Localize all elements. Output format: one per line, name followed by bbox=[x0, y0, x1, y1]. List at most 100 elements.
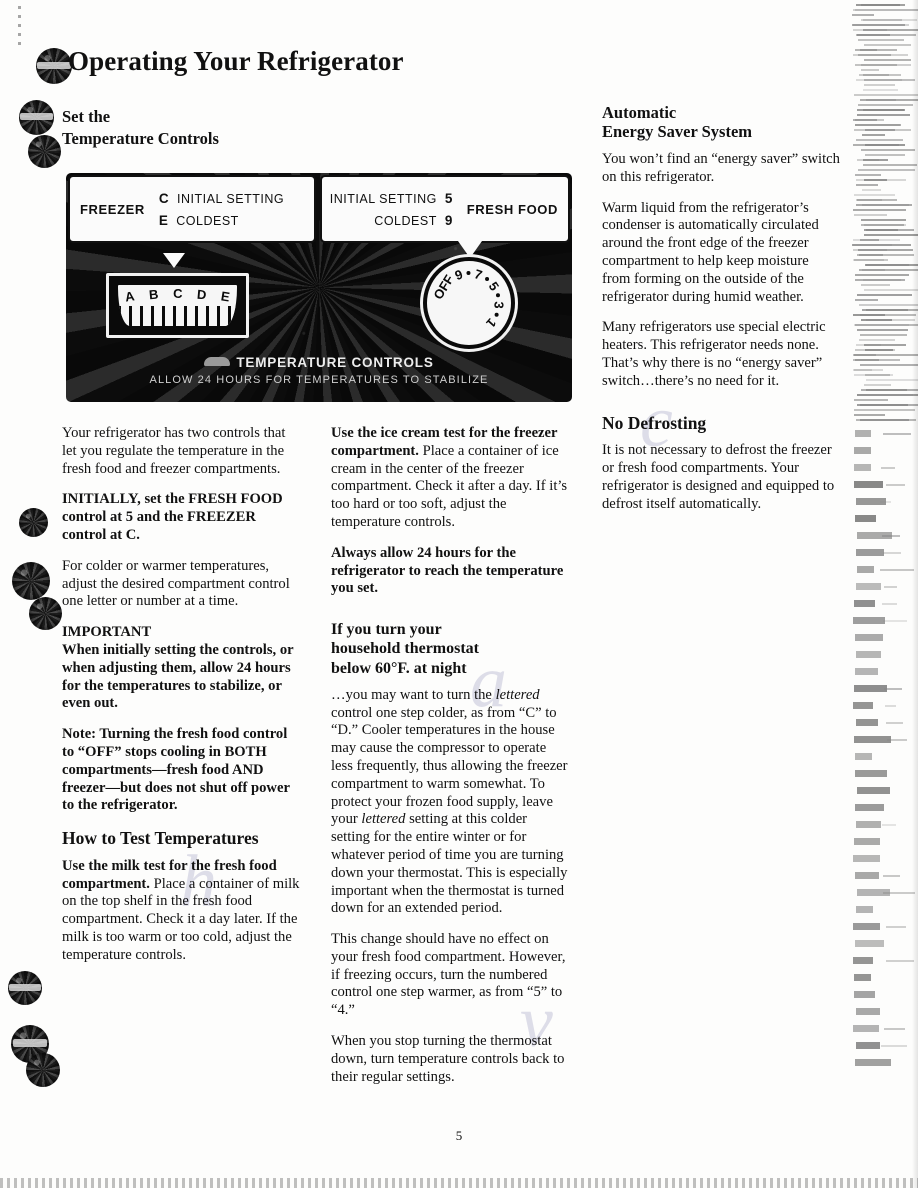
freezer-slider-letter-d: D bbox=[196, 286, 208, 303]
control-panel-illustration: FREEZER C INITIAL SETTING E COLDEST INIT… bbox=[66, 173, 572, 402]
bleed-line bbox=[858, 269, 918, 271]
bleed-line bbox=[863, 84, 896, 86]
bleed-line bbox=[882, 433, 911, 435]
scan-fleck bbox=[18, 6, 21, 48]
bleed-block bbox=[854, 804, 884, 811]
fresh-initial-key: 5 bbox=[444, 190, 453, 206]
bleed-line bbox=[885, 484, 906, 486]
bleed-line bbox=[857, 394, 918, 396]
freezer-settings-list: C INITIAL SETTING E COLDEST bbox=[159, 191, 284, 228]
bleed-line bbox=[880, 501, 892, 503]
lettered-control-part-a: …you may want to turn the bbox=[331, 686, 496, 703]
decorative-circle bbox=[36, 48, 72, 84]
bleed-block bbox=[853, 1025, 880, 1032]
bleed-line bbox=[857, 249, 914, 251]
bleed-block bbox=[855, 651, 881, 658]
paragraph-lettered-control: …you may want to turn the lettered contr… bbox=[331, 687, 569, 918]
freezer-coldest-row: E COLDEST bbox=[159, 213, 284, 228]
bleed-line bbox=[854, 324, 909, 326]
bleed-line bbox=[883, 688, 902, 690]
bleed-block bbox=[853, 855, 881, 862]
fresh-coldest-key: 9 bbox=[444, 212, 453, 228]
bleed-line bbox=[854, 259, 888, 261]
bleed-line bbox=[864, 374, 891, 376]
bleed-line bbox=[864, 79, 916, 81]
dial-pip bbox=[495, 293, 500, 298]
thermostat-heading: If you turn your household thermostat be… bbox=[331, 620, 569, 678]
right-text-column: Automatic Energy Saver System You won’t … bbox=[602, 103, 840, 526]
bleed-block bbox=[856, 566, 874, 573]
bleed-line bbox=[859, 74, 890, 76]
how-to-test-temperatures-heading: How to Test Temperatures bbox=[62, 828, 259, 849]
bleed-through-artifact bbox=[848, 0, 918, 1188]
bleed-block bbox=[855, 1059, 892, 1066]
bleed-line bbox=[853, 194, 896, 196]
bleed-line bbox=[886, 722, 903, 724]
bleed-block bbox=[856, 906, 873, 913]
bleed-line bbox=[852, 244, 892, 246]
bleed-line bbox=[862, 164, 918, 166]
paragraph-ice-cream-test: Use the ice cream test for the freezer c… bbox=[331, 425, 569, 532]
freezer-initial-key: C bbox=[158, 190, 170, 206]
bleed-line bbox=[854, 349, 895, 351]
bleed-line bbox=[881, 1045, 907, 1047]
bleed-line bbox=[855, 49, 878, 51]
bleed-line bbox=[857, 329, 909, 331]
bleed-line bbox=[856, 114, 911, 116]
bleed-line bbox=[852, 24, 905, 26]
lettered-emphasis-1: lettered bbox=[495, 686, 540, 703]
bleed-block bbox=[853, 702, 873, 709]
scan-bottom-strip bbox=[0, 1178, 918, 1188]
bleed-line bbox=[855, 174, 881, 176]
decorative-circle bbox=[12, 562, 50, 600]
bleed-line bbox=[854, 299, 879, 301]
bleed-line bbox=[853, 209, 907, 211]
bleed-line bbox=[859, 254, 884, 256]
paragraph-warm-liquid: Warm liquid from the refrigerator’s cond… bbox=[602, 199, 819, 305]
bleed-line bbox=[881, 467, 896, 469]
freezer-slider-teeth bbox=[118, 306, 237, 326]
fresh-food-control-dial[interactable]: OFF 9 7 5 3 1 bbox=[423, 257, 515, 349]
page-number: 5 bbox=[455, 1128, 463, 1143]
bleed-block bbox=[853, 617, 885, 624]
bleed-line bbox=[864, 264, 918, 266]
paragraph-no-defrosting-body: It is not necessary to defrost the freez… bbox=[602, 442, 835, 512]
lettered-control-part-b: control one step colder, as from “C” to … bbox=[331, 704, 568, 828]
freezer-initial-label: INITIAL SETTING bbox=[177, 191, 285, 206]
bleed-line bbox=[860, 219, 906, 221]
bleed-line bbox=[853, 144, 900, 146]
bleed-block bbox=[853, 481, 884, 488]
energy-saver-heading-line-1: Automatic bbox=[602, 103, 677, 122]
bleed-line bbox=[881, 535, 900, 537]
no-defrosting-heading: No Defrosting bbox=[602, 412, 707, 433]
bleed-line bbox=[853, 214, 887, 216]
bleed-line bbox=[858, 39, 904, 41]
bleed-line bbox=[861, 319, 893, 321]
fresh-food-label-box: INITIAL SETTING 5 COLDEST 9 FRESH FOOD bbox=[320, 175, 570, 243]
fresh-initial-label: INITIAL SETTING bbox=[329, 191, 437, 206]
paragraph-off-note: Note: Turning the fresh food control to … bbox=[62, 726, 290, 814]
paragraph-colder-warmer: For colder or warmer temperatures, adjus… bbox=[62, 557, 290, 610]
bleed-block bbox=[855, 549, 885, 556]
freezer-pointer-triangle-icon bbox=[163, 253, 185, 268]
bleed-line bbox=[854, 274, 909, 276]
decorative-circle bbox=[26, 1053, 60, 1087]
paragraph-electric-heaters: Many refrigerators use special electric … bbox=[602, 319, 826, 389]
freezer-slider-letters: ABCDE bbox=[118, 286, 237, 305]
freezer-control-slider[interactable]: ABCDE bbox=[106, 273, 249, 338]
freezer-label: FREEZER bbox=[80, 201, 145, 217]
paragraph-milk-test: Use the milk test for the fresh food com… bbox=[62, 858, 300, 965]
freezer-slider-letter-a: A bbox=[124, 288, 136, 305]
set-temperature-controls-heading: Set the Temperature Controls bbox=[62, 106, 322, 150]
bleed-line bbox=[882, 620, 907, 622]
freezer-coldest-label: COLDEST bbox=[176, 213, 239, 228]
bleed-line bbox=[882, 824, 896, 826]
set-heading-line-1: Set the bbox=[62, 107, 111, 126]
bleed-line bbox=[853, 369, 872, 371]
bleed-line bbox=[883, 552, 901, 554]
bleed-line bbox=[855, 184, 878, 186]
bleed-line bbox=[853, 409, 916, 411]
bleed-block bbox=[854, 736, 891, 743]
dial-mark-1: 1 bbox=[483, 315, 500, 331]
fresh-food-settings-list: INITIAL SETTING 5 COLDEST 9 bbox=[330, 191, 453, 228]
